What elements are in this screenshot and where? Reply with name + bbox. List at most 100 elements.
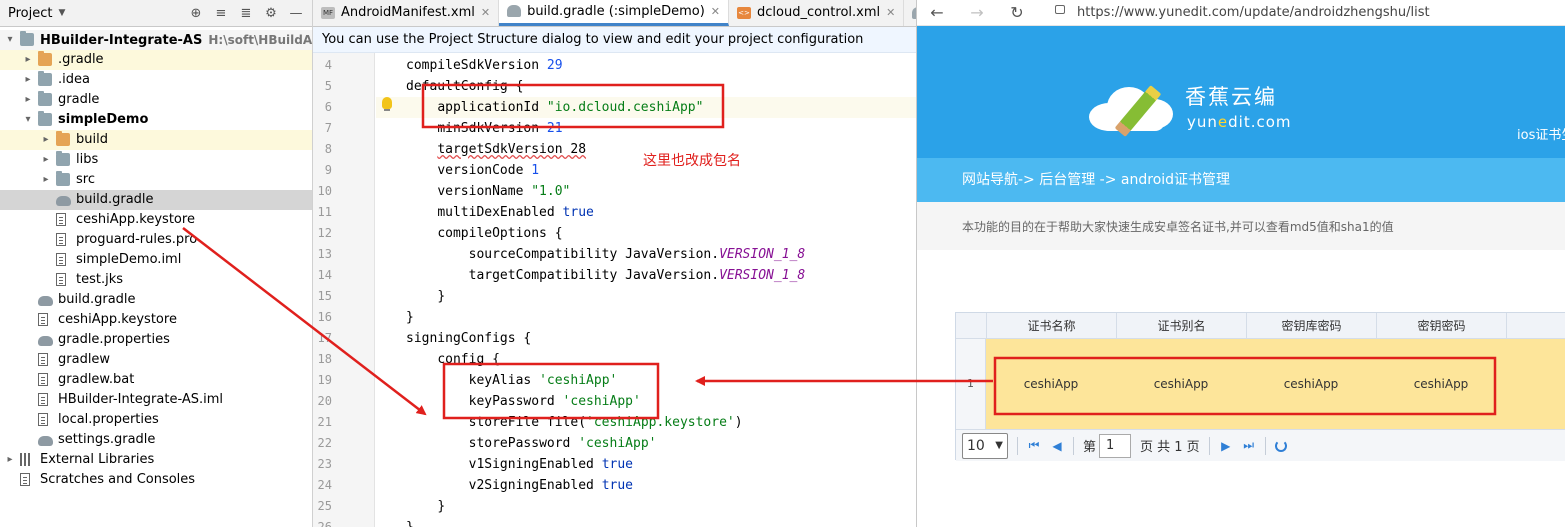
code-line[interactable]: storePassword 'ceshiApp' [406,433,657,454]
collapse-all-icon[interactable]: ≣ [238,6,254,21]
tree-item[interactable]: ▸ libs [0,150,312,170]
code-line[interactable]: applicationId "io.dcloud.ceshiApp" [376,97,916,118]
forward-arrow-icon[interactable]: → [957,3,997,22]
tree-expand-arrow-icon[interactable]: ▾ [22,110,34,130]
tree-item[interactable]: ▸ External Libraries [0,450,312,470]
editor-tab[interactable]: build.gradle (:simpleDemo) ✕ [499,0,729,26]
grid-column-header[interactable]: 密钥库密码 [1246,313,1376,339]
tree-item[interactable]: gradlew [0,350,312,370]
tree-item[interactable]: settings.gradle [0,430,312,450]
code-line[interactable]: defaultConfig { [406,76,523,97]
lock-icon[interactable] [1055,5,1065,14]
code-line[interactable]: sourceCompatibility JavaVersion.VERSION_… [406,244,806,265]
table-row[interactable]: 1 ceshiAppceshiAppceshiAppceshiApp2021-1 [956,339,1565,429]
tree-item[interactable]: HBuilder-Integrate-AS.iml [0,390,312,410]
code-line[interactable]: storeFile file('ceshiApp.keystore') [406,412,743,433]
grid-column-header[interactable]: 证书名称 [986,313,1116,339]
settings-gear-icon[interactable]: ⚙ [263,6,279,21]
tree-item[interactable]: build.gradle [0,290,312,310]
project-view-selector[interactable]: Project ▼ [8,6,65,21]
editor-tab[interactable]: <> dcloud_control.xml ✕ [729,0,905,26]
code-line[interactable]: compileOptions { [406,223,562,244]
code-token: sourceCompatibility JavaVersion. [468,247,720,262]
grid-cell[interactable]: ceshiApp [1246,339,1376,429]
tree-item[interactable]: gradle.properties [0,330,312,350]
page-number-input[interactable]: 1 [1099,433,1132,458]
reload-icon[interactable]: ↻ [997,3,1037,22]
prev-page-icon[interactable]: ◀ [1050,439,1064,453]
code-line[interactable]: multiDexEnabled true [406,202,594,223]
page-size-select[interactable]: 10 ▼ [962,432,1008,459]
next-page-icon[interactable]: ▶ [1219,439,1233,453]
locate-icon[interactable]: ⊕ [188,6,204,21]
tree-item[interactable]: build.gradle [0,190,312,210]
tree-item[interactable]: ▸ .gradle [0,50,312,70]
tree-item[interactable]: ▸ src [0,170,312,190]
tree-expand-arrow-icon[interactable]: ▸ [22,50,34,70]
code-line[interactable]: v1SigningEnabled true [406,454,633,475]
code-line[interactable]: } [406,496,445,517]
tree-expand-arrow-icon[interactable]: ▾ [4,30,16,50]
tree-expand-arrow-icon[interactable]: ▸ [40,130,52,150]
grid-column-header[interactable]: 更 [1506,313,1565,339]
ios-certificate-link[interactable]: ios证书生 [1517,124,1565,143]
brand-name-cn: 香蕉云编 [1185,85,1277,109]
tree-expand-arrow-icon[interactable]: ▸ [22,70,34,90]
tree-expand-arrow-icon[interactable]: ▸ [22,90,34,110]
editor-tab[interactable]: MF AndroidManifest.xml ✕ [313,0,500,26]
tree-item[interactable]: gradlew.bat [0,370,312,390]
expand-all-icon[interactable]: ≡ [213,6,229,21]
tree-item[interactable]: test.jks [0,270,312,290]
tree-item[interactable]: ▸ .idea [0,70,312,90]
last-page-icon[interactable]: ⏭ [1242,438,1256,453]
first-page-icon[interactable]: ⏮ [1027,438,1041,453]
row-cells[interactable]: ceshiAppceshiAppceshiAppceshiApp2021-1 [986,339,1565,429]
tree-item[interactable]: local.properties [0,410,312,430]
tree-item[interactable]: ▾ HBuilder-Integrate-AS H:\soft\HBuildAS\H… [0,30,378,50]
tree-item[interactable]: ▸ build [0,130,312,150]
tree-item[interactable]: ▾ simpleDemo [0,110,312,130]
code-token: } [437,289,446,304]
code-line[interactable]: } [406,286,445,307]
back-arrow-icon[interactable]: ← [917,3,957,22]
code-line[interactable]: minSdkVersion 21 [406,118,562,139]
tree-item[interactable]: simpleDemo.iml [0,250,312,270]
tree-item[interactable]: Scratches and Consoles [0,470,312,490]
project-panel: Project ▼ ⊕ ≡ ≣ ⚙ — ▾ HBuilder-Integrate-… [0,0,378,527]
tree-item[interactable]: ceshiApp.keystore [0,310,312,330]
grid-cell[interactable]: 2021-1 [1506,339,1565,429]
grid-column-header[interactable]: 密钥密码 [1376,313,1506,339]
certificate-grid: 证书名称证书别名密钥库密码密钥密码更 1 ceshiAppceshiAppces… [955,312,1565,461]
grid-column-header[interactable]: 证书别名 [1116,313,1246,339]
code-line[interactable]: } [406,307,414,328]
tree-item[interactable]: ▸ gradle [0,90,312,110]
hide-panel-icon[interactable]: — [288,6,304,21]
code-line[interactable]: keyPassword 'ceshiApp' [406,391,641,412]
refresh-icon[interactable] [1274,439,1287,452]
grid-cell[interactable]: ceshiApp [1116,339,1246,429]
code-line[interactable]: versionName "1.0" [406,181,570,202]
code-line[interactable]: targetCompatibility JavaVersion.VERSION_… [406,265,806,286]
code-line[interactable]: targetSdkVersion 28 [406,139,586,160]
code-line[interactable]: compileSdkVersion 29 [406,55,563,76]
code-line[interactable]: v2SigningEnabled true [406,475,633,496]
code-line[interactable]: config { [406,349,500,370]
url-text[interactable]: https://www.yunedit.com/update/androidzh… [1077,5,1430,20]
code-line[interactable]: keyAlias 'ceshiApp' [406,370,618,391]
code-line[interactable]: } [406,517,414,527]
grid-cell[interactable]: ceshiApp [986,339,1116,429]
close-icon[interactable]: ✕ [711,5,720,18]
editor-tab[interactable]: simple [904,0,916,26]
close-icon[interactable]: ✕ [886,6,895,19]
tree-expand-arrow-icon[interactable]: ▸ [4,450,16,470]
tree-item[interactable]: proguard-rules.pro [0,230,312,250]
code-line[interactable]: versionCode 1 [406,160,539,181]
code-line[interactable]: signingConfigs { [406,328,531,349]
tree-expand-arrow-icon[interactable]: ▸ [40,170,52,190]
close-icon[interactable]: ✕ [481,6,490,19]
grid-cell[interactable]: ceshiApp [1376,339,1506,429]
tree-item[interactable]: ceshiApp.keystore [0,210,312,230]
tree-expand-arrow-icon[interactable]: ▸ [40,150,52,170]
lightbulb-icon[interactable] [382,97,392,111]
